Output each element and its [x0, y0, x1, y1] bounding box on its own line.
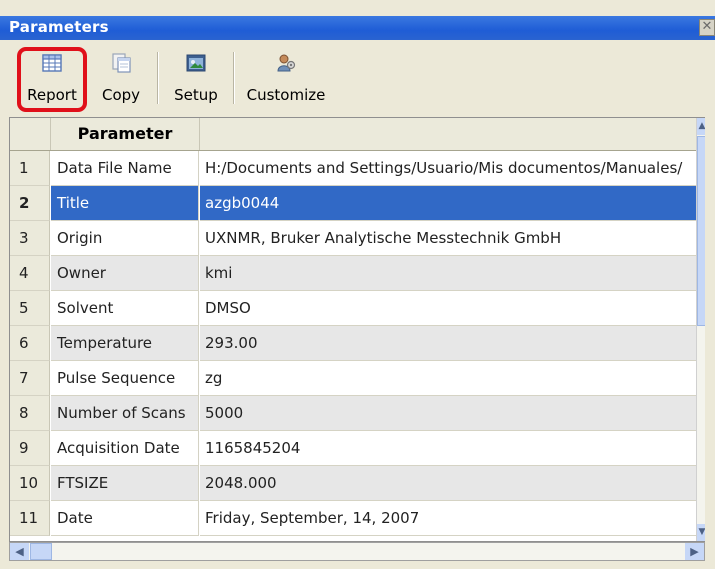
setup-icon [186, 54, 206, 72]
parameter-name: Title [51, 186, 199, 221]
vertical-scrollbar[interactable]: ▲ ▼ [696, 118, 705, 541]
parameter-column-header[interactable]: Parameter [51, 118, 200, 150]
window-title: Parameters [9, 18, 109, 36]
parameter-name: Data File Name [51, 151, 199, 186]
title-bar[interactable]: Parameters ✕ [0, 16, 715, 40]
vertical-scroll-thumb[interactable] [697, 136, 705, 326]
row-number: 10 [10, 466, 50, 501]
copy-button[interactable]: Copy [95, 48, 147, 108]
parameter-name: Solvent [51, 291, 199, 326]
table-row[interactable]: 8 Number of Scans 5000 [10, 396, 696, 431]
parameter-value: azgb0044 [200, 186, 696, 221]
row-number: 4 [10, 256, 50, 291]
copy-icon [112, 53, 131, 73]
parameter-value: H:/Documents and Settings/Usuario/Mis do… [200, 151, 696, 186]
row-number: 11 [10, 501, 50, 536]
table-header: Parameter [10, 118, 705, 151]
parameter-value: Friday, September, 14, 2007 [200, 501, 696, 536]
row-number: 9 [10, 431, 50, 466]
row-number: 5 [10, 291, 50, 326]
parameter-value: kmi [200, 256, 696, 291]
table-row[interactable]: 4 Owner kmi [10, 256, 696, 291]
parameters-window: Parameters ✕ Report Copy Setup Customize… [0, 0, 715, 569]
table-row[interactable]: 6 Temperature 293.00 [10, 326, 696, 361]
parameter-name: FTSIZE [51, 466, 199, 501]
table-row[interactable]: 3 Origin UXNMR, Bruker Analytische Messt… [10, 221, 696, 256]
row-number: 1 [10, 151, 50, 186]
copy-label: Copy [101, 86, 141, 104]
parameter-name: Pulse Sequence [51, 361, 199, 396]
table-row[interactable]: 9 Acquisition Date 1165845204 [10, 431, 696, 466]
customize-icon [277, 54, 296, 72]
row-number: 8 [10, 396, 50, 431]
scroll-down-icon[interactable]: ▼ [697, 524, 705, 541]
row-number: 2 [10, 186, 50, 221]
close-button[interactable]: ✕ [699, 19, 715, 36]
table-row[interactable]: 1 Data File Name H:/Documents and Settin… [10, 151, 696, 186]
value-column-header[interactable] [200, 118, 696, 150]
parameter-value: UXNMR, Bruker Analytische Messtechnik Gm… [200, 221, 696, 256]
toolbar-separator [233, 52, 235, 104]
parameter-name: Origin [51, 221, 199, 256]
row-number: 7 [10, 361, 50, 396]
parameter-name: Number of Scans [51, 396, 199, 431]
scroll-up-icon[interactable]: ▲ [697, 118, 705, 135]
parameter-name: Temperature [51, 326, 199, 361]
report-highlight-annotation [17, 47, 87, 112]
toolbar: Report Copy Setup Customize [0, 40, 715, 116]
customize-button[interactable]: Customize [245, 48, 327, 108]
setup-button[interactable]: Setup [168, 48, 224, 108]
horizontal-scroll-thumb[interactable] [30, 543, 52, 560]
table-row[interactable]: 5 Solvent DMSO [10, 291, 696, 326]
parameter-value: zg [200, 361, 696, 396]
parameter-value: 5000 [200, 396, 696, 431]
parameters-table: Parameter 1 Data File Name H:/Documents … [9, 117, 705, 542]
table-row[interactable]: 10 FTSIZE 2048.000 [10, 466, 696, 501]
parameter-name: Date [51, 501, 199, 536]
parameter-value: DMSO [200, 291, 696, 326]
table-row-selected[interactable]: 2 Title azgb0044 [10, 186, 696, 221]
scroll-left-icon[interactable]: ◀ [10, 543, 29, 560]
scroll-right-icon[interactable]: ▶ [685, 543, 704, 560]
row-number: 6 [10, 326, 50, 361]
parameter-value: 2048.000 [200, 466, 696, 501]
toolbar-separator [157, 52, 159, 104]
parameter-value: 293.00 [200, 326, 696, 361]
row-number: 3 [10, 221, 50, 256]
table-row[interactable]: 11 Date Friday, September, 14, 2007 [10, 501, 696, 536]
setup-label: Setup [174, 86, 218, 104]
parameter-value: 1165845204 [200, 431, 696, 466]
horizontal-scrollbar[interactable]: ◀ ▶ [9, 542, 705, 561]
table-row[interactable]: 7 Pulse Sequence zg [10, 361, 696, 396]
parameter-name: Owner [51, 256, 199, 291]
row-number-header [10, 118, 51, 150]
parameter-name: Acquisition Date [51, 431, 199, 466]
customize-label: Customize [246, 86, 326, 104]
